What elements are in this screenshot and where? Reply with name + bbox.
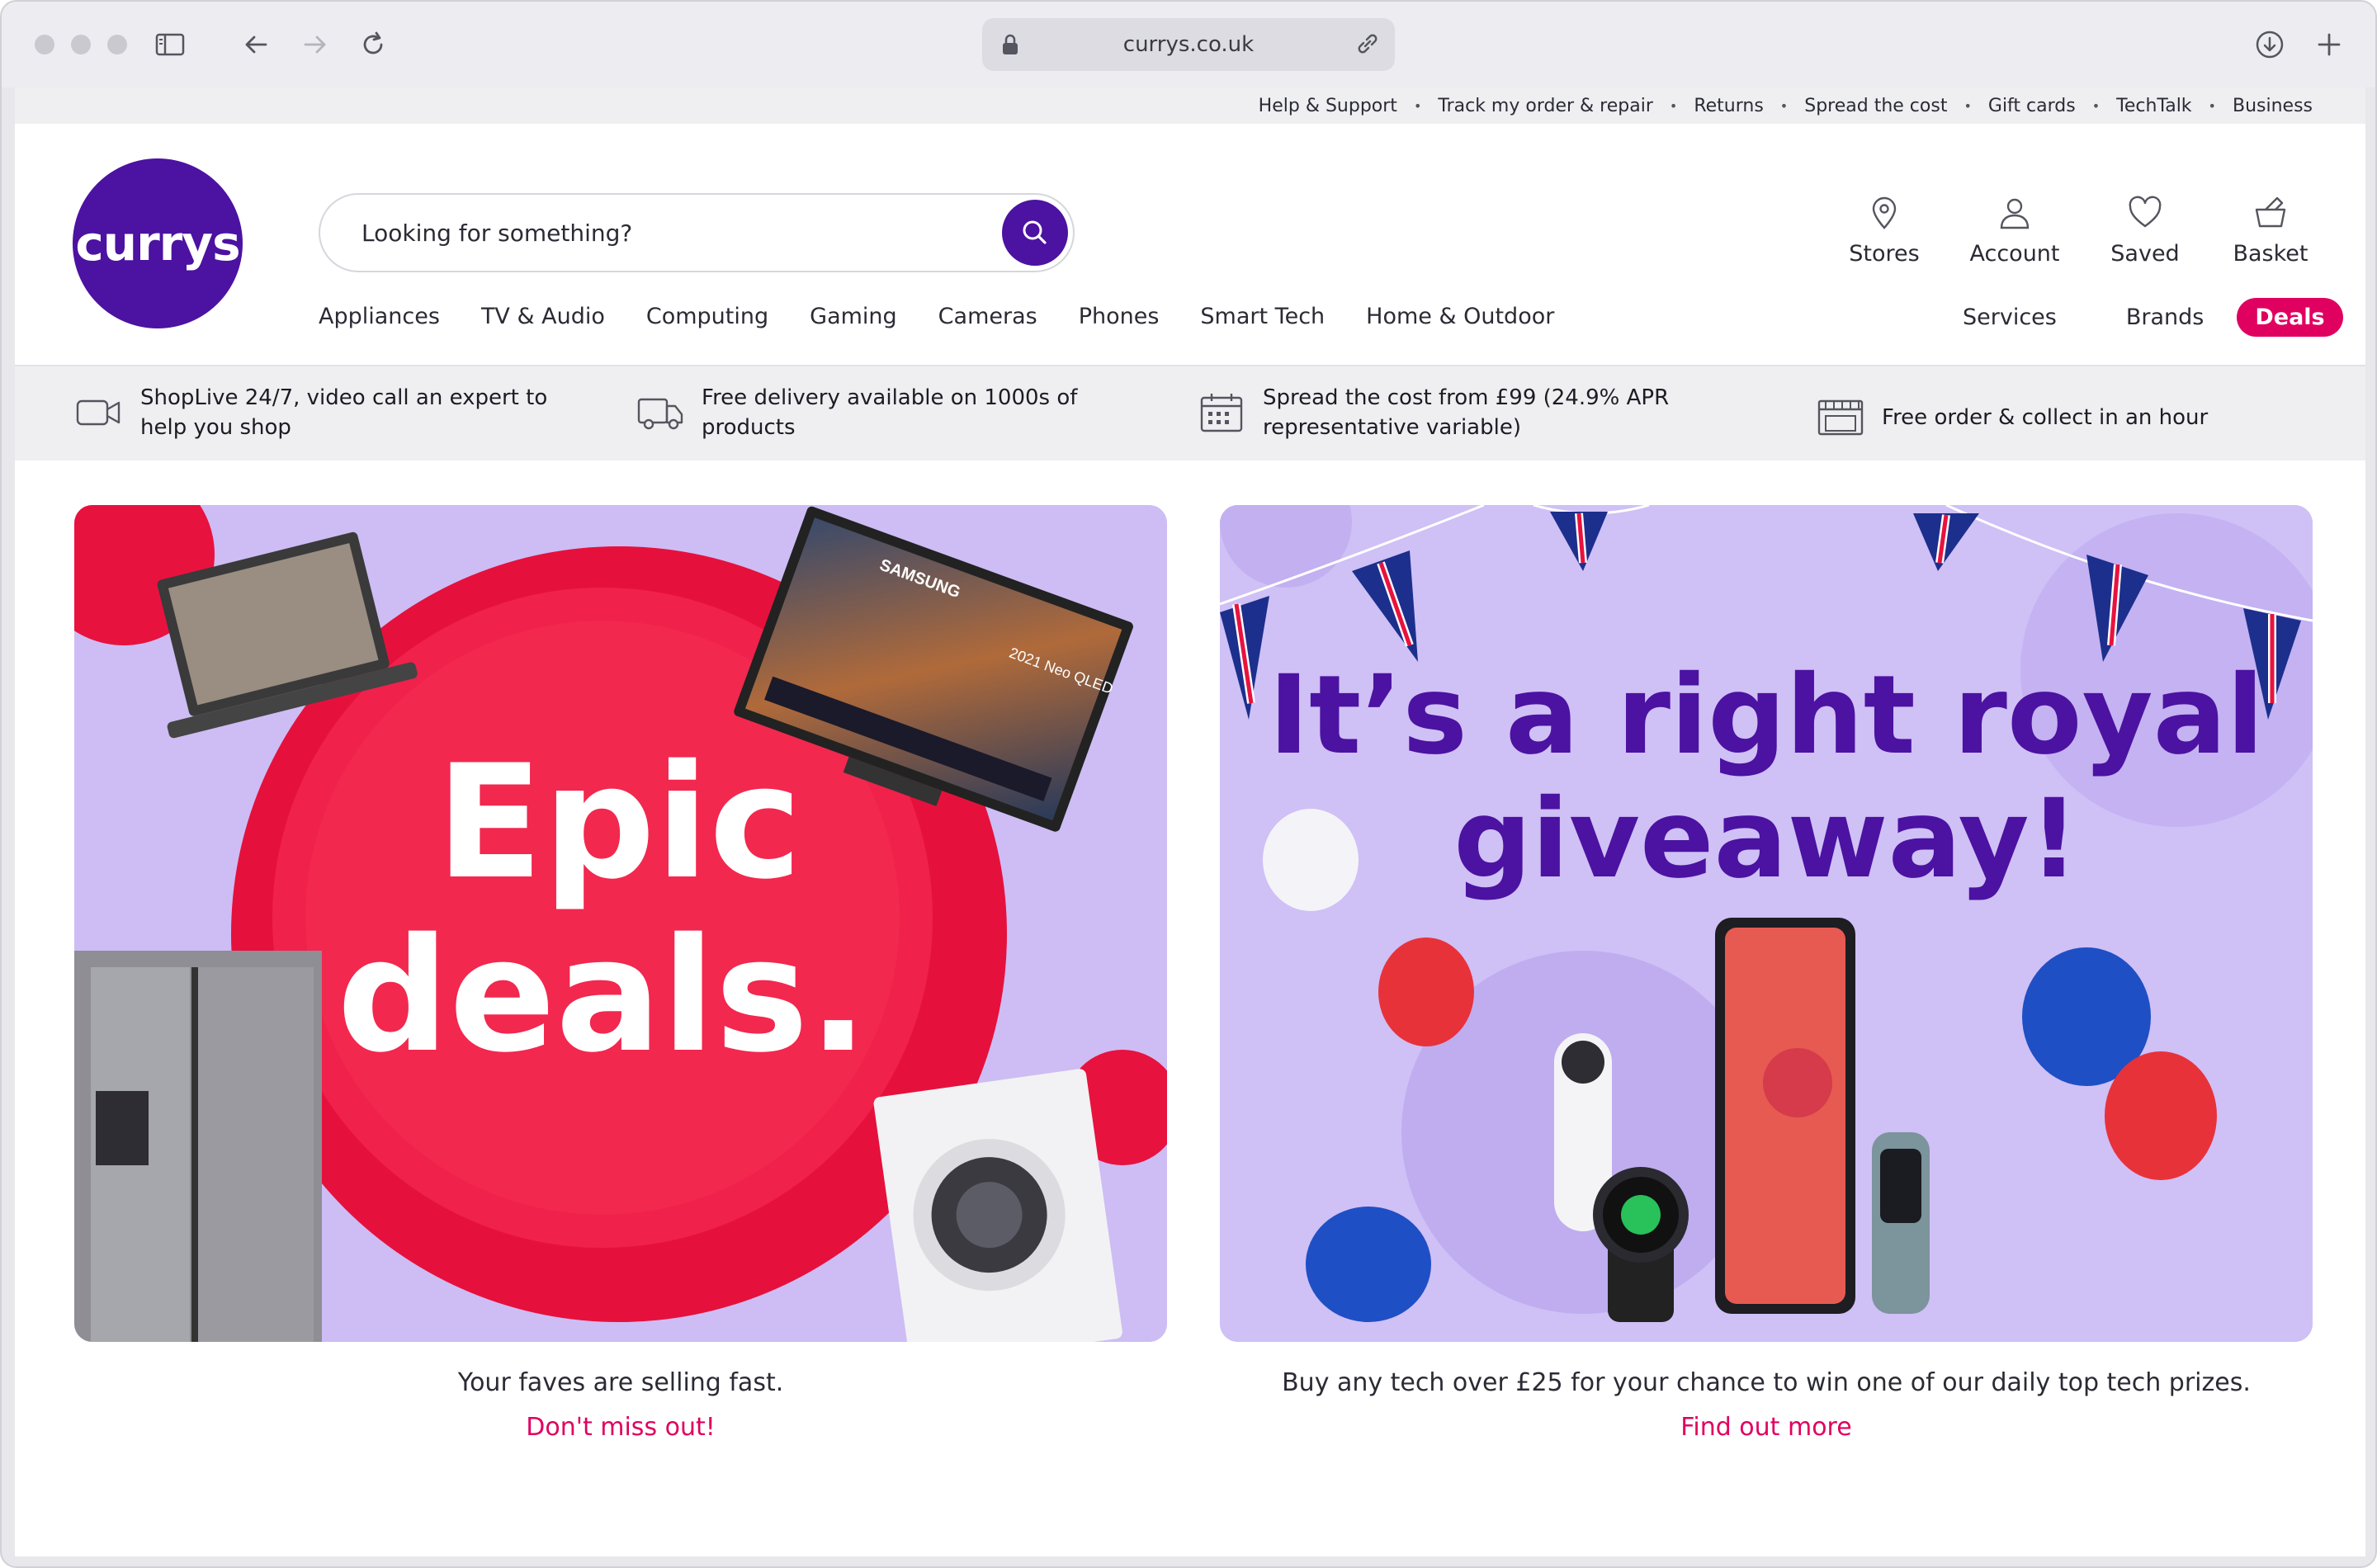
user-icon [2000, 198, 2030, 229]
store-icon [1817, 399, 1864, 436]
video-camera-icon [76, 399, 121, 426]
utility-nav: Help & Support • Track my order & repair… [15, 87, 2365, 124]
nav-item-cameras[interactable]: Cameras [938, 304, 1037, 329]
web-page: Help & Support • Track my order & repair… [15, 87, 2365, 1556]
usp-shoplive[interactable]: ShopLive 24/7, video call an expert to he… [74, 383, 547, 442]
usp-line: Free order & collect in an hour [1882, 405, 2209, 430]
search-input[interactable]: Looking for something? [362, 220, 632, 247]
download-icon[interactable] [2252, 26, 2288, 63]
epic-deals-caption: Your faves are selling fast. [457, 1368, 784, 1397]
washing-machine-image [873, 1069, 1122, 1342]
royal-giveaway-artwork: It’s a right royal giveaway! [1220, 505, 2313, 1342]
stores-label: Stores [1849, 241, 1920, 267]
royal-giveaway-caption: Buy any tech over £25 for your chance to… [1282, 1368, 2251, 1397]
usp-line: ShopLive 24/7, video call an expert to [140, 385, 548, 410]
forward-arrow-icon[interactable] [297, 26, 333, 63]
utility-link-business[interactable]: Business [2233, 96, 2313, 116]
usp-strip: ShopLive 24/7, video call an expert to he… [15, 365, 2365, 460]
calendar-icon [1200, 394, 1243, 432]
account-label: Account [1969, 241, 2060, 267]
nav-item-tv-audio[interactable]: TV & Audio [481, 304, 605, 329]
white-balloon [1263, 809, 1359, 911]
usp-line: representative variable) [1263, 415, 1521, 440]
currys-logo[interactable]: currys [73, 158, 243, 328]
deals-button[interactable]: Deals [2237, 297, 2343, 337]
heart-icon [2129, 196, 2162, 228]
usp-line: products [702, 415, 796, 440]
giveaway-headline: giveaway! [1453, 776, 2079, 903]
browser-window: currys.co.uk Help & Support • Track my o… [0, 0, 2377, 1568]
usp-line: Spread the cost from £99 (24.9% APR [1263, 385, 1670, 410]
deals-headline: deals. [337, 904, 867, 1087]
nav-item-brands[interactable]: Brands [2126, 305, 2205, 330]
royal-giveaway-banner[interactable]: It’s a right royal giveaway! [1220, 505, 2313, 1342]
back-arrow-icon[interactable] [238, 26, 274, 63]
saved-link[interactable]: Saved [2091, 195, 2199, 267]
nav-item-home-outdoor[interactable]: Home & Outdoor [1366, 304, 1554, 329]
nav-item-computing[interactable]: Computing [646, 304, 768, 329]
epic-deals-banner[interactable]: SAMSUNG 2021 Neo QLED Epic deals. [74, 505, 1167, 1342]
nav-item-appliances[interactable]: Appliances [319, 304, 440, 329]
basket-label: Basket [2233, 241, 2308, 267]
utility-link-techtalk[interactable]: TechTalk [2116, 96, 2191, 116]
link-icon[interactable] [1355, 31, 1380, 56]
basket-link[interactable]: Basket [2217, 195, 2324, 267]
separator-dot: • [1413, 97, 1422, 114]
lock-icon [1003, 34, 1018, 54]
red-balloon [1378, 937, 1474, 1046]
window-controls [35, 35, 127, 54]
utility-link-track-order[interactable]: Track my order & repair [1438, 96, 1653, 116]
dont-miss-out-link[interactable]: Don't miss out! [74, 1413, 1167, 1442]
address-bar[interactable]: currys.co.uk [982, 18, 1395, 71]
sidebar-toggle-icon[interactable] [152, 26, 188, 63]
stores-link[interactable]: Stores [1831, 195, 1938, 267]
usp-spread-cost[interactable]: Spread the cost from £99 (24.9% APR repre… [1197, 383, 1669, 442]
nav-item-gaming[interactable]: Gaming [810, 304, 897, 329]
search-button[interactable] [1002, 200, 1068, 266]
location-pin-icon [1872, 196, 1897, 229]
reload-icon[interactable] [355, 26, 391, 63]
royal-headline: It’s a right royal [1269, 652, 2264, 779]
secondary-nav: Services Brands Deals [1963, 297, 2343, 337]
red-balloon [2105, 1051, 2217, 1180]
separator-dot: • [1779, 97, 1789, 114]
find-out-more-link[interactable]: Find out more [1220, 1413, 2313, 1442]
usp-line: Free delivery available on 1000s of [702, 385, 1078, 410]
separator-dot: • [2091, 97, 2101, 114]
account-link[interactable]: Account [1961, 195, 2068, 267]
fitness-tracker-image [1872, 1132, 1930, 1314]
utility-link-gift-cards[interactable]: Gift cards [1988, 96, 2076, 116]
url-text: currys.co.uk [1122, 32, 1255, 57]
utility-link-returns[interactable]: Returns [1694, 96, 1763, 116]
browser-toolbar: currys.co.uk [2, 2, 2375, 87]
saved-label: Saved [2110, 241, 2180, 267]
main-nav: Appliances TV & Audio Computing Gaming C… [319, 304, 1595, 329]
usp-order-collect[interactable]: Free order & collect in an hour [1816, 396, 2208, 439]
minimize-window-button[interactable] [71, 35, 91, 54]
usp-line: help you shop [140, 415, 291, 440]
nav-item-phones[interactable]: Phones [1079, 304, 1160, 329]
nav-item-smart-tech[interactable]: Smart Tech [1200, 304, 1325, 329]
separator-dot: • [1669, 97, 1678, 114]
usp-delivery[interactable]: Free delivery available on 1000s of produ… [636, 383, 1077, 442]
epic-headline: Epic [436, 731, 802, 914]
utility-link-spread-cost[interactable]: Spread the cost [1804, 96, 1947, 116]
search-icon [1023, 220, 1047, 244]
close-window-button[interactable] [35, 35, 54, 54]
fridge-image [74, 951, 322, 1342]
basket-icon [2255, 196, 2286, 228]
zoom-window-button[interactable] [107, 35, 127, 54]
pixel-phone-image [1715, 918, 1855, 1314]
account-links: Stores Account Saved Basket [1831, 195, 2342, 277]
separator-dot: • [1964, 97, 1972, 114]
blue-balloon [1306, 1207, 1431, 1322]
search-bar[interactable]: Looking for something? [319, 193, 1075, 272]
utility-link-help[interactable]: Help & Support [1259, 96, 1397, 116]
epic-deals-artwork: SAMSUNG 2021 Neo QLED Epic deals. [74, 505, 1167, 1342]
new-tab-plus-icon[interactable] [2311, 26, 2347, 63]
nav-item-services[interactable]: Services [1963, 305, 2057, 330]
separator-dot: • [2208, 97, 2216, 114]
delivery-truck-icon [637, 398, 683, 430]
